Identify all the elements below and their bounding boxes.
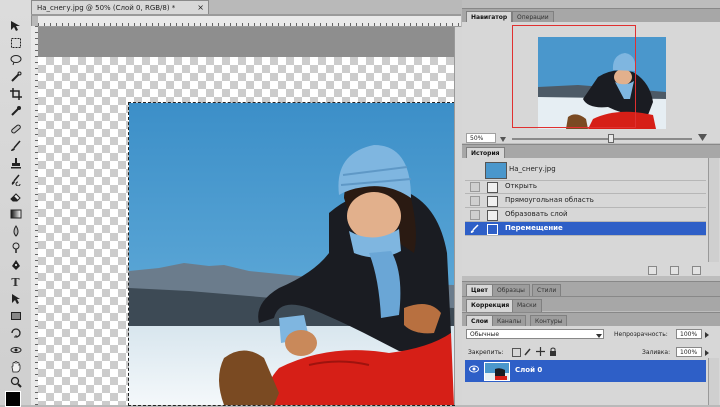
zoom-tool-icon[interactable] <box>7 375 24 389</box>
horizontal-ruler <box>38 16 461 27</box>
history-checkbox[interactable] <box>470 210 480 220</box>
history-state-icon <box>487 196 498 207</box>
trash-icon[interactable] <box>692 266 701 275</box>
brush-tool-icon[interactable] <box>7 139 24 153</box>
lock-label: Закрепить: <box>468 349 504 356</box>
blur-tool-icon[interactable] <box>7 224 24 238</box>
history-brush-source-icon[interactable] <box>470 224 480 234</box>
history-panel: На_снегу.jpg Открыть Прямоугольная облас… <box>462 158 720 276</box>
navigator-zoom-slider-thumb[interactable] <box>608 134 614 143</box>
history-checkbox[interactable] <box>470 182 480 192</box>
chevron-down-icon <box>596 332 602 340</box>
dodge-tool-icon[interactable] <box>7 241 24 255</box>
eraser-tool-icon[interactable] <box>7 190 24 204</box>
3d-orbit-tool-icon[interactable] <box>7 343 24 357</box>
eyedropper-tool-icon[interactable] <box>7 104 24 118</box>
navigator-view-proxy[interactable] <box>512 25 636 128</box>
eye-icon[interactable] <box>469 365 479 375</box>
history-scrollbar[interactable] <box>708 158 719 262</box>
toolbox: T <box>0 0 32 407</box>
adjustments-tab-bar: Коррекция Маски <box>462 296 720 312</box>
navigator-zoom-slider-track[interactable] <box>512 138 692 140</box>
3d-rotate-tool-icon[interactable] <box>7 326 24 340</box>
layers-scrollbar[interactable] <box>708 358 719 405</box>
layer-name: Слой 0 <box>515 366 543 374</box>
lock-pixels-icon[interactable] <box>524 347 532 358</box>
layers-tab-bar: Слои Каналы Контуры <box>462 312 720 328</box>
clone-stamp-tool-icon[interactable] <box>7 156 24 170</box>
layers-panel: Обычные Непрозрачность: 100% Закрепить: … <box>462 326 720 405</box>
path-select-tool-icon[interactable] <box>7 292 24 306</box>
history-item-selected[interactable]: Перемещение <box>465 222 706 236</box>
lock-transparency-icon[interactable] <box>512 348 521 357</box>
pen-tool-icon[interactable] <box>7 258 24 272</box>
new-document-from-state-icon[interactable] <box>648 266 657 275</box>
quick-select-tool-icon[interactable] <box>7 70 24 84</box>
document-tab-title: На_снегу.jpg @ 50% (Слой 0, RGB/8) * <box>37 4 176 12</box>
layer-thumbnail <box>484 362 510 381</box>
gradient-tool-icon[interactable] <box>7 207 24 221</box>
lasso-tool-icon[interactable] <box>7 53 24 67</box>
snapshot-thumbnail <box>485 162 507 179</box>
photo-layer-image[interactable] <box>128 102 455 406</box>
shape-tool-icon[interactable] <box>7 309 24 323</box>
hand-tool-icon[interactable] <box>7 360 24 374</box>
fill-field[interactable]: 100% <box>676 347 702 357</box>
opacity-label: Непрозрачность: <box>614 331 668 338</box>
lock-all-icon[interactable] <box>549 347 557 358</box>
history-checkbox[interactable] <box>470 196 480 206</box>
opacity-field[interactable]: 100% <box>676 329 702 339</box>
type-tool-icon[interactable]: T <box>7 275 24 289</box>
create-snapshot-icon[interactable] <box>670 266 679 275</box>
history-item[interactable]: Образовать слой <box>465 208 706 222</box>
history-state-icon <box>487 224 498 235</box>
history-item[interactable]: Прямоугольная область <box>465 194 706 208</box>
chevron-right-icon[interactable] <box>705 350 709 358</box>
right-panel-dock: Навигатор Операции 50% История На_снегу.… <box>462 0 720 405</box>
navigator-panel: 50% <box>462 22 720 143</box>
history-snapshot[interactable]: На_снегу.jpg <box>465 160 706 181</box>
tab-adjustments[interactable]: Коррекция <box>466 299 515 312</box>
zoom-out-icon[interactable] <box>500 136 506 142</box>
history-tab-bar: История <box>462 144 720 160</box>
color-tab-bar: Цвет Образцы Стили <box>462 281 720 297</box>
history-state-icon <box>487 210 498 221</box>
navigator-tab-bar: Навигатор Операции <box>462 8 720 24</box>
crop-tool-icon[interactable] <box>7 87 24 101</box>
chevron-right-icon[interactable] <box>705 332 709 340</box>
tab-masks[interactable]: Маски <box>512 299 542 312</box>
lock-position-icon[interactable] <box>536 347 545 358</box>
history-item[interactable]: Открыть <box>465 180 706 194</box>
healing-tool-icon[interactable] <box>7 122 24 136</box>
history-state-icon <box>487 182 498 193</box>
blend-mode-select[interactable]: Обычные <box>466 329 604 339</box>
fill-label: Заливка: <box>642 349 671 356</box>
layer-row-selected[interactable]: Слой 0 <box>465 360 706 382</box>
move-tool-icon[interactable] <box>7 19 24 33</box>
document-tab[interactable]: На_снегу.jpg @ 50% (Слой 0, RGB/8) * × <box>31 0 209 15</box>
history-brush-tool-icon[interactable] <box>7 173 24 187</box>
close-icon[interactable]: × <box>197 3 204 12</box>
snapshot-label: На_снегу.jpg <box>509 165 556 173</box>
navigator-zoom-field[interactable]: 50% <box>466 133 496 143</box>
marquee-tool-icon[interactable] <box>7 36 24 50</box>
zoom-in-icon[interactable] <box>698 134 707 141</box>
